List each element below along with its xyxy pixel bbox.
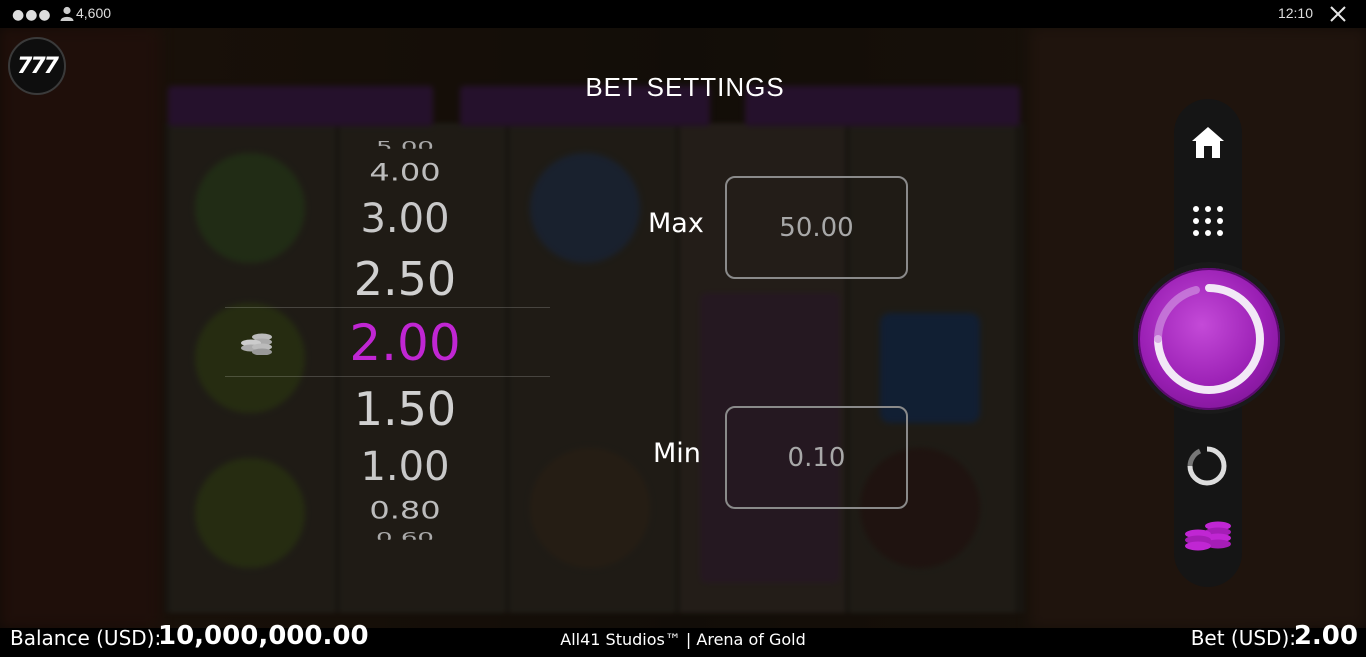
bet-label: Bet (USD): [1190,626,1296,650]
clock: 12:10 [1277,5,1313,21]
bet-option[interactable]: 4.00 [330,158,480,187]
studio-game-name: All41 Studios™ | Arena of Gold [560,630,806,649]
user-icon [60,6,74,21]
bet-coins-icon[interactable] [1182,520,1234,554]
selection-line-bottom [225,376,550,377]
more-dots-icon[interactable]: ●●● [12,7,52,23]
home-icon[interactable] [1190,124,1226,160]
max-label: Max [648,208,704,239]
balance-value: 10,000,000.00 [158,621,369,651]
min-bet-field[interactable]: 0.10 [725,406,908,509]
selection-line-top [225,307,550,308]
min-label: Min [653,438,701,469]
bet-option[interactable]: 0.60 [330,532,480,540]
close-icon[interactable] [1328,4,1348,24]
max-bet-field[interactable]: 50.00 [725,176,908,279]
bet-option[interactable]: 0.80 [330,496,480,525]
spin-arrow-icon [1154,284,1264,394]
bet-option[interactable]: 2.50 [330,252,480,306]
spin-button[interactable] [1138,268,1280,410]
grid-menu-icon[interactable] [1190,203,1226,239]
bet-option[interactable]: 3.00 [330,196,480,242]
logo-text: 777 [17,53,59,79]
bet-value: 2.00 [1293,621,1358,651]
balance-label: Balance (USD): [10,626,162,650]
coins-icon [241,333,272,355]
bet-option[interactable]: 1.50 [330,382,480,436]
player-count: 4,600 [76,5,112,21]
top-status-bar: ●●● 4,600 12:10 [0,0,1366,28]
autoplay-icon[interactable] [1186,445,1228,487]
bet-settings-title: BET SETTINGS [585,72,785,102]
bet-option-selected[interactable]: 2.00 [330,314,480,372]
bet-option[interactable]: 1.00 [330,444,480,490]
game-logo[interactable]: 777 [8,37,66,95]
bet-option[interactable]: 5.00 [330,141,480,149]
